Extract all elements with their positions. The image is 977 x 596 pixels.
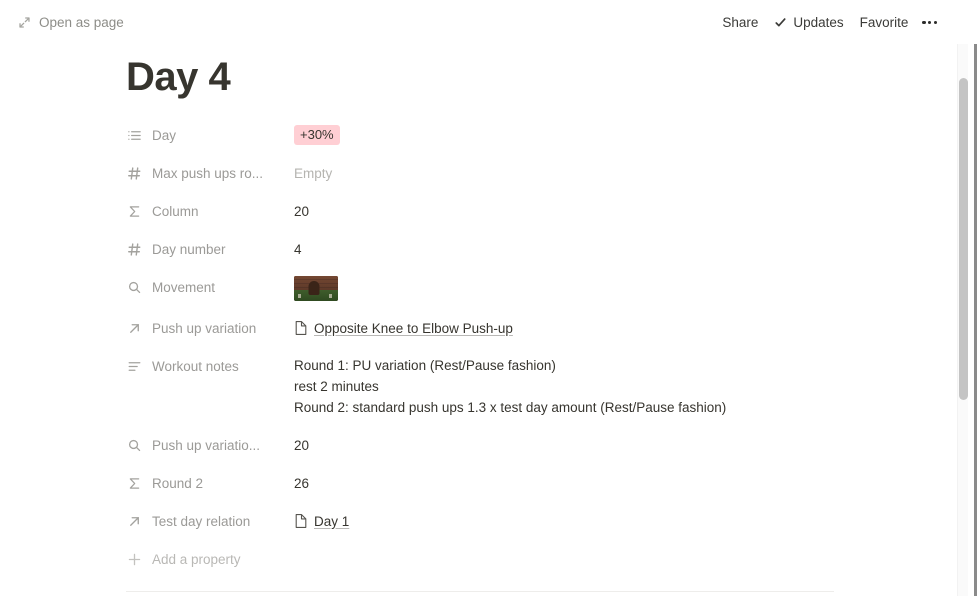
content-divider (126, 591, 834, 592)
more-horizontal-icon[interactable] (916, 13, 943, 32)
status-badge: +30% (294, 125, 340, 145)
property-row-push-up-variation-rollup: Push up variatio... 20 (126, 431, 955, 459)
property-value-column[interactable]: 20 (286, 197, 955, 225)
property-label-text: Column (152, 203, 199, 219)
page-link[interactable]: Day 1 (294, 513, 349, 529)
property-row-push-up-variation: Push up variation Opposite Knee to Elbow… (126, 314, 955, 342)
property-row-day: Day +30% (126, 121, 955, 149)
check-icon (774, 16, 787, 29)
property-label-text: Day number (152, 241, 226, 257)
page-link-text: Day 1 (314, 513, 350, 529)
formula-sigma-icon (126, 475, 142, 491)
updates-label: Updates (793, 15, 844, 30)
property-row-column: Column 20 (126, 197, 955, 225)
property-label-day-number[interactable]: Day number (120, 235, 280, 263)
share-button[interactable]: Share (714, 11, 766, 34)
multi-select-list-icon (126, 127, 142, 143)
thumbnail-person (308, 280, 320, 295)
thumbnail-detail (328, 293, 332, 298)
number-hash-icon (126, 241, 142, 257)
property-label-text: Push up variation (152, 320, 257, 336)
property-label-text: Day (152, 127, 177, 143)
favorite-button[interactable]: Favorite (852, 11, 917, 34)
page-link-text: Opposite Knee to Elbow Push-up (314, 320, 513, 336)
property-row-max-push-ups: Max push ups ro... Empty (126, 159, 955, 187)
property-row-day-number: Day number 4 (126, 235, 955, 263)
property-row-round-2: Round 2 26 (126, 469, 955, 497)
plus-icon (126, 551, 142, 567)
page-title[interactable]: Day 4 (0, 45, 955, 101)
property-value-push-up-variation-rollup[interactable]: 20 (286, 431, 955, 459)
add-property-label: Add a property (152, 551, 241, 567)
property-label-column[interactable]: Column (120, 197, 280, 225)
property-row-movement: Movement (126, 273, 955, 304)
expand-arrows-icon (18, 16, 31, 29)
property-label-workout-notes[interactable]: Workout notes (120, 352, 280, 380)
page-link[interactable]: Opposite Knee to Elbow Push-up (294, 320, 513, 336)
relation-arrow-icon (126, 513, 142, 529)
property-label-text: Movement (152, 279, 216, 295)
notes-line: rest 2 minutes (294, 379, 379, 394)
property-label-text: Test day relation (152, 513, 251, 529)
updates-button[interactable]: Updates (766, 11, 851, 34)
property-label-round-2[interactable]: Round 2 (120, 469, 280, 497)
property-row-test-day-relation: Test day relation Day 1 (126, 507, 955, 535)
open-as-page-button[interactable]: Open as page (18, 15, 124, 30)
vertical-scrollbar-track[interactable] (957, 44, 968, 596)
formula-sigma-icon (126, 203, 142, 219)
dot (928, 20, 932, 25)
property-label-max-push-ups[interactable]: Max push ups ro... (120, 159, 280, 187)
number-hash-icon (126, 165, 142, 181)
property-value-day-number[interactable]: 4 (286, 235, 955, 263)
property-label-movement[interactable]: Movement (120, 273, 280, 301)
property-label-text: Workout notes (152, 358, 239, 374)
page-content: Day 4 Day +30% Max push ups ro... Empty … (0, 45, 955, 596)
top-toolbar: Open as page Share Updates Favorite (0, 0, 955, 45)
property-label-text: Push up variatio... (152, 437, 261, 453)
property-value-movement[interactable] (286, 273, 955, 304)
property-value-round-2[interactable]: 26 (286, 469, 955, 497)
property-value-day[interactable]: +30% (286, 121, 955, 149)
page-document-icon (294, 513, 308, 529)
property-label-push-up-variation[interactable]: Push up variation (120, 314, 280, 342)
open-as-page-label: Open as page (39, 15, 124, 30)
text-lines-icon (126, 358, 142, 374)
property-label-text: Round 2 (152, 475, 204, 491)
property-label-test-day-relation[interactable]: Test day relation (120, 507, 280, 535)
thumbnail-detail (298, 293, 302, 298)
rollup-magnifier-icon (126, 279, 142, 295)
property-label-text: Max push ups ro... (152, 165, 264, 181)
property-value-test-day-relation[interactable]: Day 1 (286, 507, 955, 535)
property-list: Day +30% Max push ups ro... Empty Column… (0, 121, 955, 573)
vertical-scrollbar-thumb[interactable] (959, 78, 968, 400)
dot (922, 20, 926, 25)
property-value-push-up-variation[interactable]: Opposite Knee to Elbow Push-up (286, 314, 955, 342)
relation-arrow-icon (126, 320, 142, 336)
property-label-day[interactable]: Day (120, 121, 280, 149)
page-document-icon (294, 320, 308, 336)
notes-line: Round 1: PU variation (Rest/Pause fashio… (294, 358, 556, 373)
dot (933, 20, 937, 25)
property-label-push-up-variation-rollup[interactable]: Push up variatio... (120, 431, 280, 459)
notion-page: Open as page Share Updates Favorite Day … (0, 0, 977, 596)
favorite-label: Favorite (859, 15, 909, 30)
rollup-magnifier-icon (126, 437, 142, 453)
toolbar-actions: Share Updates Favorite (714, 11, 943, 34)
share-label: Share (722, 15, 759, 30)
notes-line: Round 2: standard push ups 1.3 x test da… (294, 400, 727, 415)
property-row-workout-notes: Workout notes Round 1: PU variation (Res… (126, 352, 955, 421)
movement-thumbnail-image[interactable] (294, 276, 338, 301)
add-property-button[interactable]: Add a property (120, 545, 310, 573)
property-value-workout-notes[interactable]: Round 1: PU variation (Rest/Pause fashio… (286, 352, 955, 421)
property-value-max-push-ups[interactable]: Empty (286, 159, 955, 187)
